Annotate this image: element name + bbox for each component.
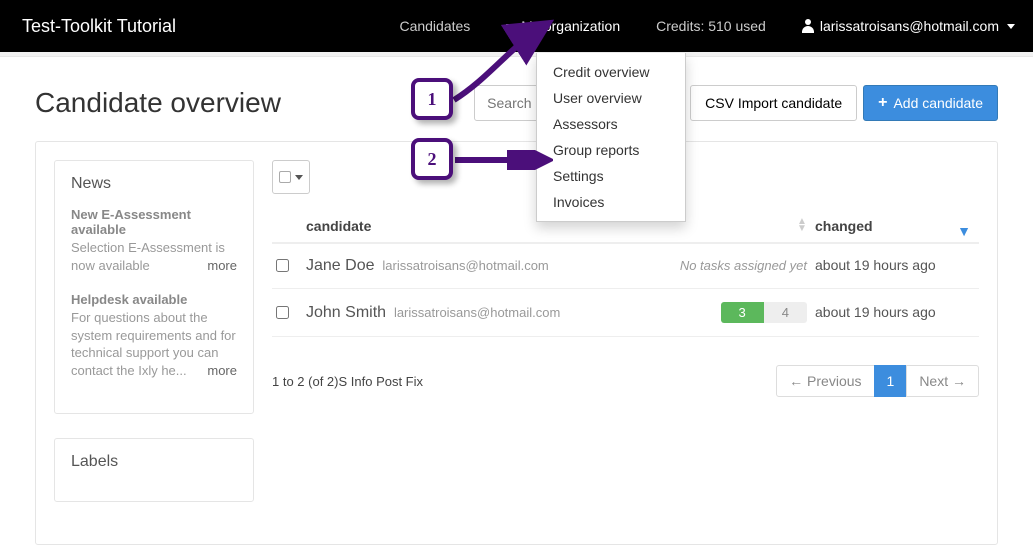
- table-row: John Smith larissatroisans@hotmail.com 3…: [272, 289, 979, 337]
- pager-next[interactable]: Next →: [906, 365, 979, 397]
- annotation-arrow-1: [449, 18, 559, 108]
- row-changed: about 19 hours ago: [815, 304, 975, 320]
- checkbox-icon: [279, 171, 291, 183]
- row-changed: about 19 hours ago: [815, 257, 975, 273]
- news-item-head: New E-Assessment available: [71, 207, 237, 237]
- row-checkbox[interactable]: [276, 306, 289, 319]
- main-area: Candidate overview CSV Import candidate …: [0, 57, 1033, 555]
- news-heading: News: [71, 175, 237, 193]
- csv-import-label: CSV Import candidate: [705, 95, 842, 111]
- th-changed[interactable]: ▲▼ changed ▼: [815, 218, 975, 234]
- news-body-text: Selection E-Assessment is now available: [71, 240, 225, 273]
- news-more-link[interactable]: more: [207, 362, 237, 380]
- news-item: New E-Assessment available Selection E-A…: [71, 207, 237, 274]
- dd-credit-overview[interactable]: Credit overview: [537, 59, 685, 85]
- row-tasks: No tasks assigned yet: [655, 257, 815, 273]
- row-checkbox[interactable]: [276, 259, 289, 272]
- th-changed-label: changed: [815, 218, 873, 234]
- sort-desc-icon: ▼: [957, 223, 971, 239]
- add-candidate-button[interactable]: + Add candidate: [863, 85, 998, 121]
- pager: ← Previous 1 Next →: [777, 365, 979, 397]
- tasks-done-badge: 3: [721, 302, 764, 323]
- annotation-arrow-2: [453, 150, 553, 170]
- th-checkbox-col: [276, 218, 306, 234]
- candidate-email: larissatroisans@hotmail.com: [394, 305, 560, 320]
- dd-assessors[interactable]: Assessors: [537, 111, 685, 137]
- caret-down-icon: [295, 175, 303, 180]
- annotation-step-2-label: 2: [428, 149, 437, 170]
- dd-user-overview[interactable]: User overview: [537, 85, 685, 111]
- sort-arrows-icon: ▲▼: [797, 218, 807, 232]
- row-checkbox-cell: [276, 304, 306, 320]
- candidate-name: Jane Doe: [306, 257, 375, 274]
- row-checkbox-cell: [276, 257, 306, 273]
- page-info: 1 to 2 (of 2)S Info Post Fix: [272, 374, 423, 389]
- add-candidate-label: Add candidate: [893, 95, 983, 111]
- nav-credits-label: Credits: 510 used: [656, 18, 766, 34]
- annotation-step-1-label: 1: [428, 89, 437, 110]
- task-badge-group: 3 4: [721, 302, 807, 323]
- page-info-suffix: S Info Post Fix: [338, 374, 423, 389]
- bulk-select-button[interactable]: [272, 160, 310, 194]
- brand-title: Test-Toolkit Tutorial: [22, 0, 196, 52]
- dd-group-reports[interactable]: Group reports: [537, 137, 685, 163]
- plus-icon: +: [878, 95, 887, 111]
- news-item-body: Selection E-Assessment is now available …: [71, 239, 237, 274]
- nav-credits[interactable]: Credits: 510 used: [638, 0, 784, 52]
- candidate-email: larissatroisans@hotmail.com: [382, 258, 548, 273]
- page-info-range: 1 to 2 (of 2): [272, 374, 338, 389]
- news-item-body: For questions about the system requireme…: [71, 309, 237, 379]
- annotation-step-2: 2: [411, 138, 453, 180]
- pager-prev[interactable]: ← Previous: [776, 365, 874, 397]
- news-card: News New E-Assessment available Selectio…: [54, 160, 254, 414]
- pager-page-1[interactable]: 1: [874, 365, 908, 397]
- tasks-total-badge: 4: [764, 302, 807, 323]
- table-footer: 1 to 2 (of 2)S Info Post Fix ← Previous …: [272, 365, 979, 397]
- csv-import-button[interactable]: CSV Import candidate: [690, 85, 857, 121]
- candidate-name: John Smith: [306, 304, 386, 321]
- dd-invoices[interactable]: Invoices: [537, 189, 685, 215]
- news-item: Helpdesk available For questions about t…: [71, 292, 237, 379]
- news-more-link[interactable]: more: [207, 257, 237, 275]
- content-panel: News New E-Assessment available Selectio…: [35, 141, 998, 545]
- annotation-step-1: 1: [411, 78, 453, 120]
- row-tasks: 3 4: [655, 302, 815, 323]
- labels-heading: Labels: [71, 453, 237, 471]
- nav-user-label: larissatroisans@hotmail.com: [820, 18, 999, 34]
- row-candidate[interactable]: John Smith larissatroisans@hotmail.com: [306, 304, 655, 322]
- user-icon: [802, 19, 814, 33]
- labels-card: Labels: [54, 438, 254, 502]
- no-tasks-text: No tasks assigned yet: [680, 258, 807, 273]
- dd-settings[interactable]: Settings: [537, 163, 685, 189]
- caret-down-icon: [1007, 24, 1015, 29]
- table-row: Jane Doe larissatroisans@hotmail.com No …: [272, 244, 979, 289]
- row-candidate[interactable]: Jane Doe larissatroisans@hotmail.com: [306, 257, 655, 275]
- news-item-head: Helpdesk available: [71, 292, 237, 307]
- nav-user-menu[interactable]: larissatroisans@hotmail.com: [784, 0, 1033, 52]
- sidebar: News New E-Assessment available Selectio…: [54, 160, 254, 526]
